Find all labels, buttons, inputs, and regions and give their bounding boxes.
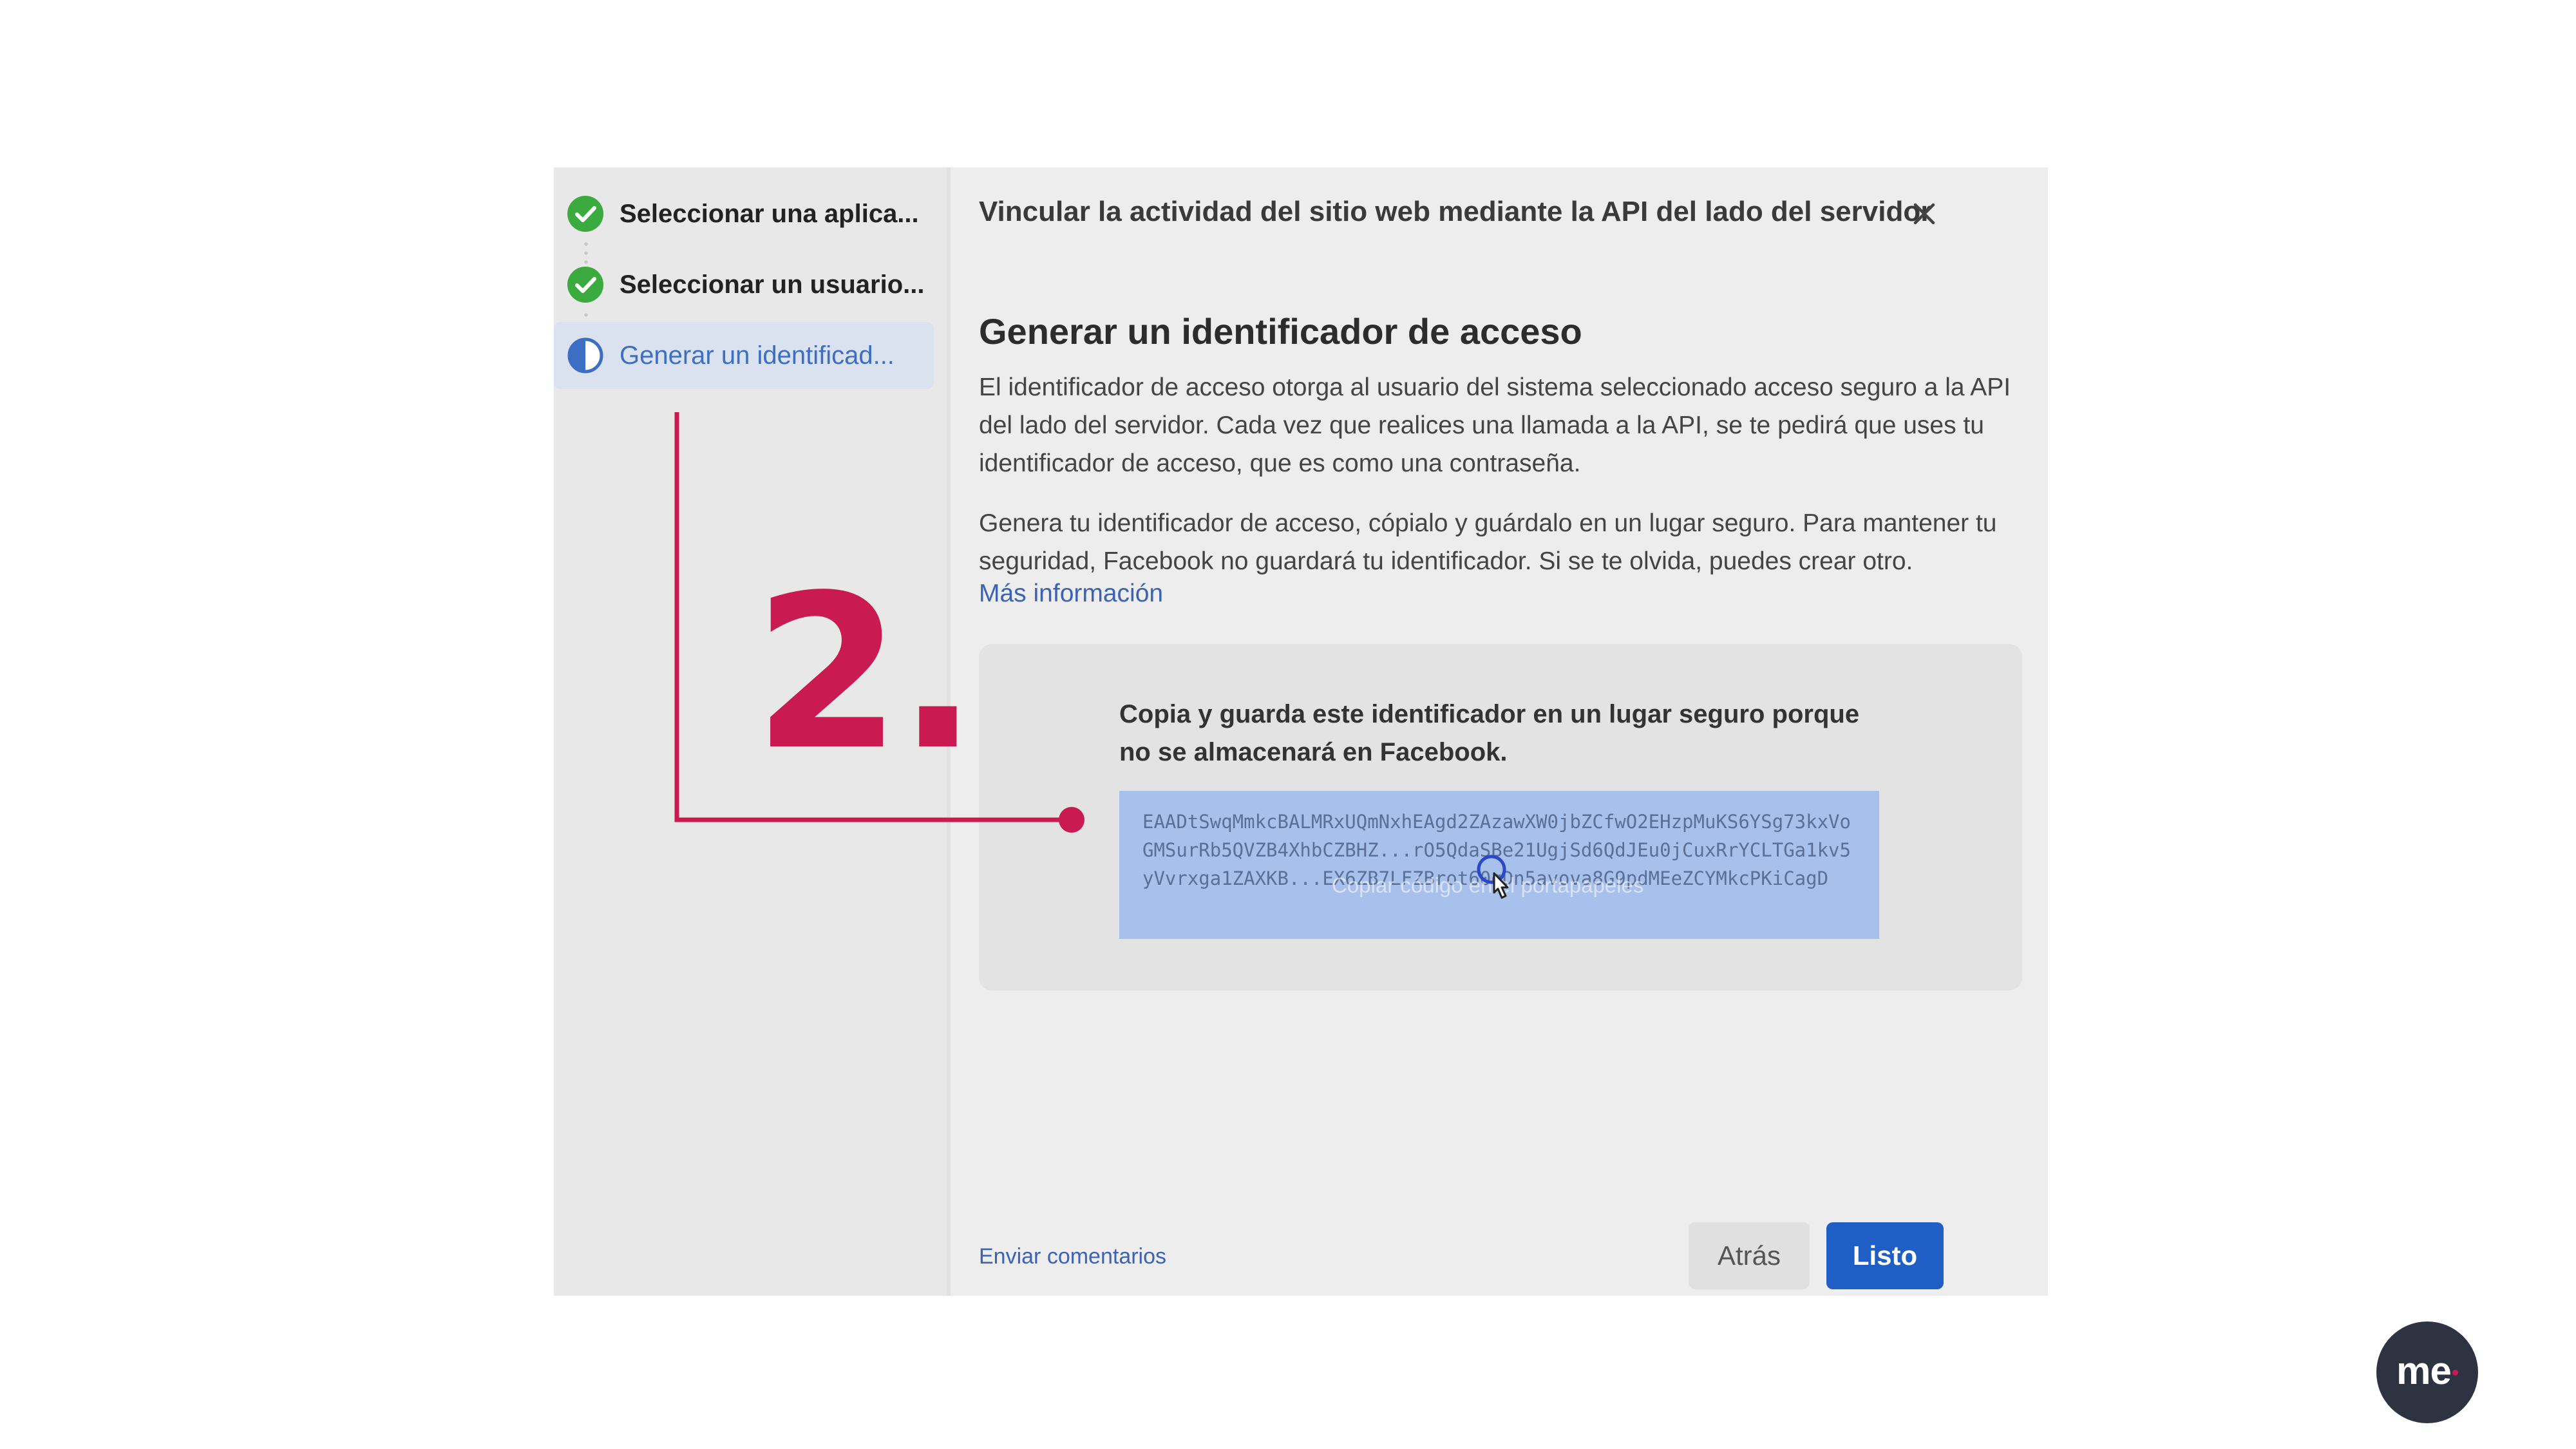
access-token-field[interactable]: EAADtSwqMmkcBALMRxUQmNxhEAgd2ZAzawXW0jbZ… — [1119, 791, 1879, 939]
check-circle-icon — [567, 267, 603, 303]
dialog-title: Vincular la actividad del sitio web medi… — [979, 196, 1932, 227]
step-label: Generar un identificad... — [620, 341, 895, 370]
brand-logo-text: me — [2396, 1349, 2452, 1392]
instructions-paragraph: Genera tu identificador de acceso, cópia… — [979, 509, 1997, 575]
send-feedback-link[interactable]: Enviar comentarios — [979, 1244, 1166, 1269]
back-button[interactable]: Atrás — [1689, 1222, 1810, 1289]
token-panel: Copia y guarda este identificador en un … — [979, 644, 2022, 990]
step-select-app[interactable]: Seleccionar una aplica... — [554, 180, 934, 247]
brand-logo-dot — [2452, 1369, 2458, 1376]
section-title: Generar un identificador de acceso — [979, 311, 1582, 352]
step-select-user[interactable]: Seleccionar un usuario... — [554, 251, 934, 318]
hand-cursor-icon — [1477, 855, 1509, 899]
step-generate-token[interactable]: Generar un identificad... — [554, 322, 934, 389]
done-button[interactable]: Listo — [1826, 1222, 1944, 1289]
brand-logo: me — [2376, 1321, 2478, 1423]
dialog-content: Vincular la actividad del sitio web medi… — [979, 167, 2048, 1296]
check-circle-icon — [567, 196, 603, 232]
description-paragraph: El identificador de acceso otorga al usu… — [979, 374, 2011, 477]
step-label: Seleccionar una aplica... — [620, 199, 919, 228]
token-heading: Copia y guarda este identificador en un … — [1119, 700, 1860, 766]
more-info-link[interactable]: Más información — [979, 580, 1163, 608]
annotation-step-number: 2. — [753, 549, 978, 797]
step-label: Seleccionar un usuario... — [620, 270, 925, 299]
half-circle-progress-icon — [567, 337, 603, 374]
close-icon[interactable] — [1906, 196, 1942, 232]
